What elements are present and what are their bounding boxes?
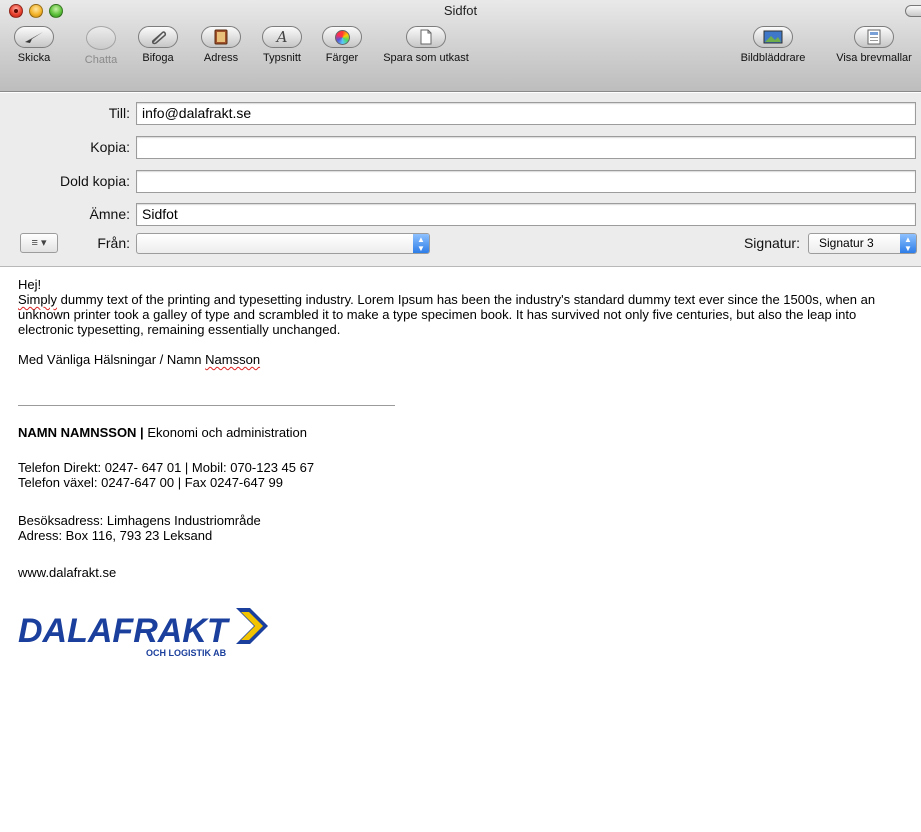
- chat-bubble-icon: [86, 26, 116, 50]
- to-field[interactable]: info@dalafrakt.se: [136, 102, 916, 125]
- closing-line: Med Vänliga Hälsningar / Namn Namsson: [18, 352, 913, 367]
- fonts-button[interactable]: A Typsnitt: [256, 26, 308, 64]
- website-link[interactable]: www.dalafrakt.se: [18, 565, 116, 580]
- closing-prefix: Med Vänliga Hälsningar / Namn: [18, 352, 206, 367]
- color-wheel-icon: [322, 26, 362, 48]
- paperclip-icon: [138, 26, 178, 48]
- bcc-label: Dold kopia:: [59, 173, 130, 189]
- popup-arrows-icon: ▲ ▼: [413, 234, 429, 253]
- signature-phones: Telefon Direkt: 0247- 647 01 | Mobil: 07…: [18, 460, 314, 490]
- signature-department: Ekonomi och administration: [143, 425, 308, 440]
- font-icon: A: [262, 26, 302, 48]
- window-title: Sidfot: [443, 3, 478, 18]
- logo-subtitle: OCH LOGISTIK AB: [146, 648, 227, 658]
- to-label: Till:: [108, 105, 130, 121]
- signature-divider: [18, 405, 395, 406]
- show-templates-button[interactable]: Visa brevmallar: [824, 26, 921, 64]
- switchboard-line: Telefon växel: 0247-647 00 | Fax 0247-64…: [18, 475, 284, 490]
- body-paragraph: Simply dummy text of the printing and ty…: [18, 292, 913, 337]
- photo-browser-button[interactable]: Bildbläddrare: [728, 26, 818, 64]
- attach-label: Bifoga: [142, 52, 174, 64]
- postal-address-line: Adress: Box 116, 793 23 Leksand: [18, 528, 213, 543]
- dalafrakt-logo: DALAFRAKT OCH LOGISTIK AB: [18, 608, 268, 658]
- signature-select-value: Signatur 3: [819, 236, 874, 250]
- phone-line: Telefon Direkt: 0247- 647 01 | Mobil: 07…: [18, 460, 315, 475]
- fonts-label: Typsnitt: [263, 52, 301, 64]
- title-bar: Sidfot: [0, 0, 921, 22]
- send-icon: [14, 26, 54, 48]
- from-select[interactable]: ▲ ▼: [136, 233, 430, 254]
- cc-field[interactable]: [136, 136, 916, 159]
- attach-button[interactable]: Bifoga: [136, 26, 180, 64]
- signature-address: Besöksadress: Limhagens Industriområde A…: [18, 513, 261, 543]
- photo-browser-icon: [753, 26, 793, 48]
- greeting-text: Hej!: [18, 277, 42, 292]
- from-label: Från:: [97, 235, 130, 251]
- chat-label: Chatta: [84, 54, 118, 66]
- subject-field[interactable]: Sidfot: [136, 203, 916, 226]
- misspelled-word: Simply: [18, 292, 58, 307]
- address-button[interactable]: Adress: [199, 26, 243, 64]
- message-body[interactable]: Hej! Simply dummy text of the printing a…: [18, 277, 913, 367]
- body-paragraph-text: dummy text of the printing and typesetti…: [18, 292, 876, 337]
- send-button[interactable]: Skicka: [12, 26, 56, 64]
- colors-label: Färger: [325, 52, 359, 64]
- stationery-icon: [854, 26, 894, 48]
- draft-document-icon: [406, 26, 446, 48]
- colors-button[interactable]: Färger: [320, 26, 364, 64]
- visit-address-line: Besöksadress: Limhagens Industriområde: [18, 513, 261, 528]
- subject-label: Ämne:: [89, 206, 130, 222]
- send-label: Skicka: [17, 52, 51, 64]
- address-label: Adress: [203, 52, 239, 64]
- save-draft-label: Spara som utkast: [383, 52, 469, 64]
- bcc-field[interactable]: [136, 170, 916, 193]
- signature-name-line: NAMN NAMNSSON | Ekonomi och administrati…: [18, 425, 307, 440]
- signature-select[interactable]: Signatur 3 ▲ ▼: [808, 233, 917, 254]
- signature-label: Signatur:: [743, 235, 800, 251]
- cc-label: Kopia:: [90, 139, 130, 155]
- save-draft-button[interactable]: Spara som utkast: [376, 26, 476, 64]
- closing-name: Namsson: [205, 352, 261, 367]
- popup-arrows-icon: ▲ ▼: [900, 234, 916, 253]
- show-templates-label: Visa brevmallar: [836, 52, 912, 64]
- signature-name: NAMN NAMNSSON |: [18, 425, 144, 440]
- photo-browser-label: Bildbläddrare: [740, 52, 806, 64]
- address-book-icon: [201, 26, 241, 48]
- logo-wordmark: DALAFRAKT: [18, 612, 231, 650]
- message-headers: Till: info@dalafrakt.se Kopia: Dold kopi…: [0, 93, 921, 267]
- chat-button[interactable]: Chatta: [79, 26, 123, 66]
- toolbar-toggle-button[interactable]: [905, 5, 921, 17]
- window-toolbar: Sidfot Skicka Chatta Bifoga Adress A Typ…: [0, 0, 921, 92]
